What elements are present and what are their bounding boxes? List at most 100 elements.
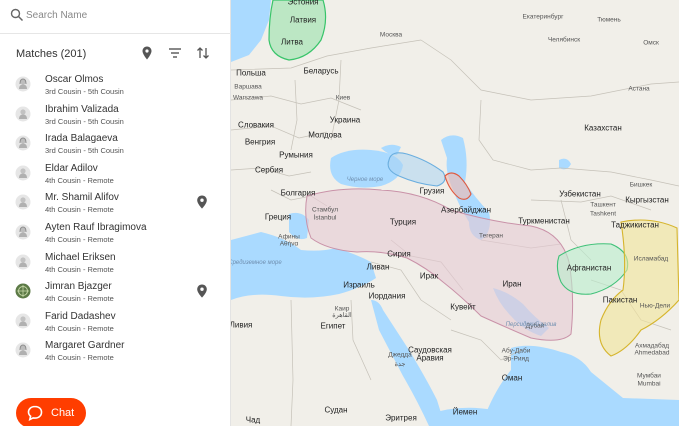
country-label: Беларусь <box>303 66 339 76</box>
city-label: Αθήνα <box>279 240 299 248</box>
baltic-region-highlight <box>268 0 327 61</box>
chat-bubble-icon <box>27 405 43 421</box>
map-pin-filter-icon[interactable] <box>139 45 155 61</box>
match-relation: 4th Cousin - Remote <box>45 175 114 185</box>
chat-button[interactable]: Chat <box>16 398 86 426</box>
country-label: Туркменистан <box>518 216 570 226</box>
country-label: Литва <box>281 37 303 47</box>
city-label: Тегеран <box>479 232 503 240</box>
female-avatar-icon <box>15 342 31 358</box>
matches-title: Matches (201) <box>16 48 87 60</box>
city-label: Нью-Дели <box>639 302 671 310</box>
caucasus-blue-highlight <box>387 152 446 187</box>
country-label: Афганистан <box>566 263 612 273</box>
match-name: Michael Eriksen <box>45 251 116 263</box>
country-label: Иордания <box>368 291 406 301</box>
country-label: Молдова <box>308 130 342 140</box>
city-label: Варшава <box>234 83 262 91</box>
match-name: Ibrahim Valizada <box>45 103 119 115</box>
match-name: Irada Balagaeva <box>45 133 118 145</box>
male-avatar-icon <box>15 254 31 270</box>
city-label: Ahmedabad <box>634 349 670 357</box>
city-label: Джедда <box>388 351 412 359</box>
female-avatar-icon <box>15 135 31 151</box>
city-label: Киев <box>335 94 351 102</box>
country-label: Эритрея <box>385 413 417 423</box>
country-label: Азербайджан <box>440 205 492 215</box>
female-avatar-icon <box>15 224 31 240</box>
sort-icon[interactable] <box>195 45 211 61</box>
city-label: Mumbai <box>637 380 661 388</box>
match-list-item[interactable]: Farid Dadashev 4th Cousin - Remote <box>0 309 231 339</box>
map-view[interactable]: Эстония Латвия Литва Москва Екатеринбург Тюме… <box>231 0 679 426</box>
sea-label: Черное море <box>346 177 384 183</box>
city-label: Исламабад <box>633 255 669 263</box>
match-list-item[interactable]: Ibrahim Valizada 3rd Cousin - 5th Cousin <box>0 102 231 132</box>
city-label: القاهرة <box>332 312 352 319</box>
filter-icon[interactable] <box>167 45 183 61</box>
sea-label: Персидский залив <box>505 322 557 328</box>
country-label: Эстония <box>287 0 319 7</box>
city-label: Ташкент <box>590 201 616 209</box>
match-relation: 3rd Cousin - 5th Cousin <box>45 116 124 126</box>
location-pin-icon[interactable] <box>196 284 208 298</box>
country-label: Кувейт <box>450 302 476 312</box>
match-relation: 4th Cousin - Remote <box>45 264 114 274</box>
matches-header: Matches (201) <box>0 40 231 68</box>
country-label: Латвия <box>289 15 317 25</box>
city-label: جدة <box>394 361 406 368</box>
sea-label: Средиземное море <box>231 260 282 266</box>
match-name: Farid Dadashev <box>45 310 116 322</box>
city-label: Челябинск <box>547 36 581 44</box>
country-label: Болгария <box>280 188 316 198</box>
city-label: İstanbul <box>313 214 337 222</box>
country-label: Израиль <box>343 280 375 290</box>
country-label: Сирия <box>387 249 411 259</box>
chat-label: Chat <box>51 407 75 419</box>
country-label: Грузия <box>419 186 445 196</box>
country-label: Иран <box>502 279 522 289</box>
match-name: Ayten Rauf Ibragimova <box>45 221 147 233</box>
city-label: Стамбул <box>311 206 339 214</box>
match-list-item[interactable]: Margaret Gardner 4th Cousin - Remote <box>0 338 231 368</box>
match-list-item[interactable]: Eldar Adilov 4th Cousin - Remote <box>0 161 231 191</box>
city-label: Бишкек <box>629 181 653 189</box>
city-label: Астана <box>628 85 650 93</box>
baltic-sea <box>231 0 271 62</box>
city-label: Ахмадабад <box>634 342 670 350</box>
country-label: Египет <box>320 321 346 331</box>
country-label: Узбекистан <box>559 189 601 199</box>
male-avatar-icon <box>15 313 31 329</box>
search-input[interactable] <box>26 5 216 25</box>
male-avatar-icon <box>15 165 31 181</box>
match-list-item[interactable]: Mr. Shamil Alifov 4th Cousin - Remote <box>0 190 231 220</box>
country-label: Пакистан <box>602 295 638 305</box>
country-label: Кыргызстан <box>625 195 669 205</box>
red-sea <box>371 300 445 426</box>
match-list-item[interactable]: Jimran Bjazger 4th Cousin - Remote <box>0 279 231 309</box>
matches-sidebar: Matches (201) Oscar Olmos 3rd Cousin - 5t… <box>0 0 231 426</box>
match-list-item[interactable]: Ayten Rauf Ibragimova 4th Cousin - Remote <box>0 220 231 250</box>
match-relation: 4th Cousin - Remote <box>45 234 114 244</box>
city-label: Афины <box>278 233 300 241</box>
match-list-item[interactable]: Irada Balagaeva 3rd Cousin - 5th Cousin <box>0 131 231 161</box>
match-relation: 4th Cousin - Remote <box>45 323 114 333</box>
match-name: Oscar Olmos <box>45 74 104 85</box>
country-label: Ирак <box>419 271 439 281</box>
country-label: Оман <box>501 373 523 383</box>
city-label: Абу-Даби <box>501 347 531 355</box>
search-icon <box>10 8 24 22</box>
city-label: Москва <box>379 31 403 39</box>
georgia-red-highlight <box>444 172 472 200</box>
match-list-item[interactable]: Michael Eriksen 4th Cousin - Remote <box>0 250 231 280</box>
city-label: Warszawa <box>232 94 264 102</box>
location-pin-icon[interactable] <box>196 195 208 209</box>
match-relation: 4th Cousin - Remote <box>45 294 114 304</box>
country-label: Аравия <box>416 353 444 363</box>
country-label: Ливия <box>231 320 253 330</box>
match-list-item[interactable]: Oscar Olmos 3rd Cousin - 5th Cousin <box>0 72 231 102</box>
match-list: Oscar Olmos 3rd Cousin - 5th Cousin Ibrahi… <box>0 72 231 368</box>
country-label: Польша <box>236 68 266 78</box>
country-label: Судан <box>324 405 348 415</box>
country-label: Чад <box>245 415 261 425</box>
